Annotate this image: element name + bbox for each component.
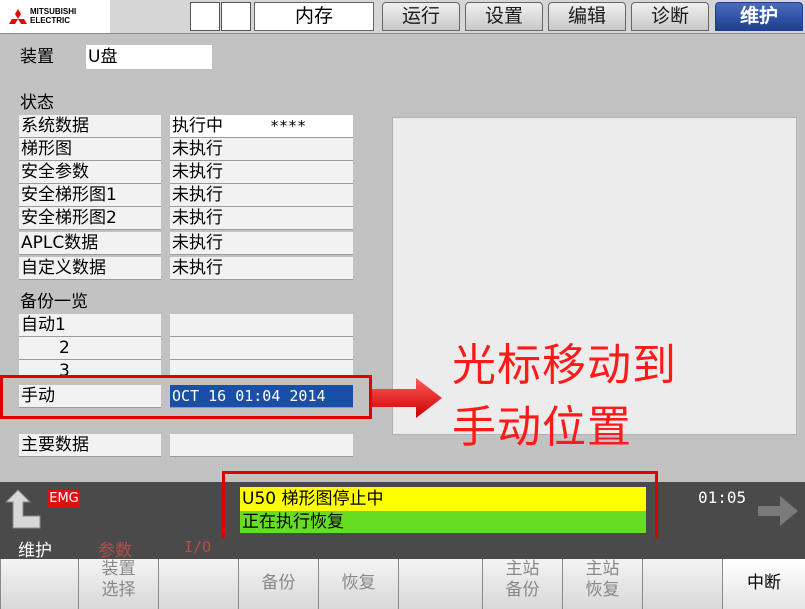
softkey-abort[interactable]: 中断 (722, 559, 805, 609)
status-state-text: 执行中 (172, 116, 223, 136)
mode-label-bar: 维护 参数 I/O (0, 538, 805, 561)
softkey-master-restore[interactable]: 主站 恢复 (562, 559, 642, 609)
backup-row-value[interactable] (170, 337, 353, 360)
tab-diagnosis[interactable]: 诊断 (631, 2, 709, 31)
logo-text: MITSUBISHI ELECTRIC (30, 7, 76, 25)
main-data-value[interactable] (170, 434, 353, 457)
softkey-backup[interactable]: 备份 (238, 559, 318, 609)
device-select[interactable]: U盘 (86, 45, 212, 69)
softkey-master-backup[interactable]: 主站 备份 (482, 559, 562, 609)
softkey-blank[interactable] (642, 559, 722, 609)
softkey-device-select[interactable]: 装置 选择 (78, 559, 158, 609)
status-row-state: 未执行 (170, 161, 353, 184)
mode-label-maintenance: 维护 (18, 541, 52, 561)
status-row-state: 未执行 (170, 232, 353, 255)
tab-edit[interactable]: 编辑 (548, 2, 626, 31)
status-row-name: 安全梯形图1 (19, 184, 161, 207)
mode-label-io: I/O (184, 538, 212, 556)
device-label: 装置 (20, 47, 54, 67)
arrow-right-icon (372, 378, 442, 418)
tab-maintenance[interactable]: 维护 (715, 2, 803, 31)
operation-message: 正在执行恢复 (240, 511, 646, 533)
backup-heading: 备份一览 (20, 292, 88, 312)
annotation-text: 光标移动到 手动位置 (452, 335, 677, 459)
blank-slot (190, 2, 220, 31)
status-row-name: APLC数据 (19, 232, 161, 255)
status-row-state: 未执行 (170, 207, 353, 230)
status-row-name: 自定义数据 (19, 257, 161, 280)
softkey-line2: 备份 (505, 580, 540, 600)
annotation-line2: 手动位置 (452, 402, 632, 453)
softkey-restore[interactable]: 恢复 (318, 559, 398, 609)
status-row-name: 系统数据 (19, 115, 161, 138)
return-arrow-icon[interactable] (4, 488, 44, 532)
softkey-line1: 主站 (585, 559, 620, 579)
status-row-name: 梯形图 (19, 138, 161, 161)
annotation-line1: 光标移动到 (452, 340, 677, 391)
blank-slot (221, 2, 251, 31)
softkey-line1: 主站 (505, 559, 540, 579)
alarm-message: U50 梯形图停止中 (240, 487, 646, 511)
backup-row-value[interactable] (170, 314, 353, 337)
next-arrow-icon[interactable] (756, 494, 800, 528)
highlight-box (0, 375, 372, 419)
status-heading: 状态 (20, 93, 54, 113)
softkey-blank[interactable] (158, 559, 238, 609)
logo: MITSUBISHI ELECTRIC (0, 0, 110, 33)
mode-label-parameters: 参数 (98, 541, 132, 561)
backup-row-name[interactable]: 2 (19, 337, 161, 360)
status-row-name: 安全参数 (19, 161, 161, 184)
softkey-blank[interactable] (398, 559, 482, 609)
logo-text-line2: ELECTRIC (30, 16, 70, 25)
status-row-state: 未执行 (170, 138, 353, 161)
tab-run[interactable]: 运行 (382, 2, 460, 31)
emg-badge: EMG (48, 490, 80, 508)
main-data-label: 主要数据 (19, 434, 161, 457)
softkey-blank (0, 559, 78, 609)
logo-text-line1: MITSUBISHI (30, 7, 77, 16)
status-row-name: 安全梯形图2 (19, 207, 161, 230)
backup-row-name[interactable]: 自动1 (19, 314, 161, 337)
status-row-state: 执行中 **** (170, 115, 353, 138)
tab-setup[interactable]: 设置 (465, 2, 543, 31)
status-row-state: 未执行 (170, 257, 353, 280)
clock: 01:05 (698, 488, 747, 507)
status-row-state: 未执行 (170, 184, 353, 207)
mitsubishi-logo-icon (9, 9, 27, 24)
memory-indicator: 内存 (254, 2, 374, 31)
softkey-line2: 恢复 (585, 580, 620, 600)
softkey-line1: 装置 (101, 559, 136, 579)
status-progress-mark: **** (270, 117, 307, 135)
softkey-line2: 选择 (101, 580, 136, 600)
